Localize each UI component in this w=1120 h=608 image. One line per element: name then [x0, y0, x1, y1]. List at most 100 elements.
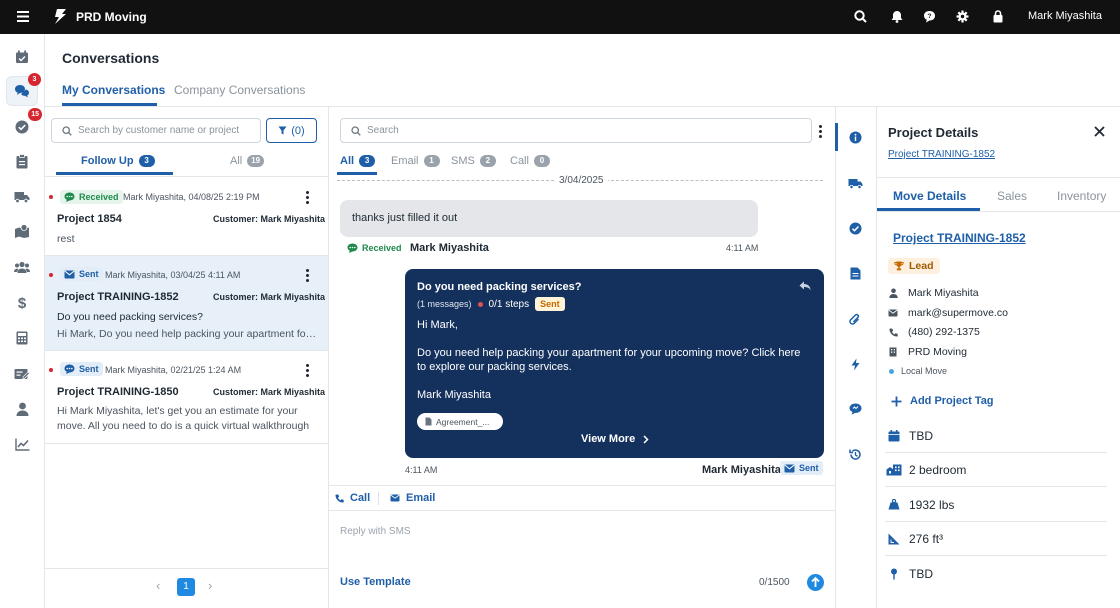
nav-people[interactable]: [6, 394, 38, 424]
status-badge: Sent: [60, 267, 103, 281]
subtab-follow-up[interactable]: Follow Up 3: [81, 155, 155, 167]
prev-page-chevron-icon[interactable]: ‹: [156, 578, 160, 593]
clipboard-icon: [16, 153, 28, 168]
strip-documents[interactable]: [846, 264, 864, 282]
next-page-chevron-icon[interactable]: ›: [208, 578, 212, 593]
nav-calendar[interactable]: [6, 42, 38, 72]
strip-history[interactable]: [846, 445, 864, 463]
user-name[interactable]: Mark Miyashita: [1028, 10, 1102, 22]
nav-tasks[interactable]: 15: [6, 108, 42, 142]
send-button[interactable]: [807, 574, 824, 591]
subtab-all[interactable]: All 19: [230, 155, 265, 167]
project-heading-link[interactable]: Project TRAINING-1852: [893, 231, 1026, 245]
pagination-divider: [45, 568, 328, 569]
move-size-row: 2 bedroom: [885, 453, 1107, 487]
conversation-meta: Mark Miyashita, 04/08/25 2:19 PM: [123, 192, 260, 202]
nav-analytics[interactable]: [6, 429, 38, 459]
email-action[interactable]: Email: [390, 492, 435, 504]
tab-sales[interactable]: Sales: [997, 189, 1027, 203]
chat-tab-all[interactable]: All 3: [340, 155, 376, 167]
chat-tab-label: All: [340, 155, 355, 167]
reply-input[interactable]: Reply with SMS: [340, 526, 411, 537]
conversation-customer: Customer: Mark Miyashita: [213, 292, 326, 302]
phone-icon: [335, 494, 344, 502]
contact-name-row: Mark Miyashita: [888, 287, 979, 299]
volume-row: 276 ft³: [885, 522, 1107, 556]
strip-tasks[interactable]: [846, 219, 864, 237]
nav-crew[interactable]: [6, 252, 38, 282]
chat-tab-call[interactable]: Call 0: [510, 155, 550, 167]
chat-tab-email[interactable]: Email 1: [391, 155, 440, 167]
chat-more-options-icon[interactable]: [819, 125, 822, 138]
nav-dispatch[interactable]: [6, 182, 38, 212]
add-project-tag-button[interactable]: Add Project Tag: [891, 395, 994, 407]
nav-clipboard[interactable]: [6, 146, 38, 176]
strip-automations[interactable]: [846, 355, 864, 373]
tab-move-details[interactable]: Move Details: [893, 189, 966, 203]
page-title: Conversations: [62, 50, 160, 66]
email-subject: Do you need packing services?: [417, 281, 582, 293]
conversation-search-input[interactable]: Search by customer name or project: [51, 118, 261, 143]
project-link[interactable]: Project TRAINING-1852: [888, 149, 995, 160]
nav-conversations[interactable]: 3: [6, 73, 41, 106]
more-options-icon[interactable]: [306, 269, 309, 282]
chat-bubble-icon: [849, 403, 861, 415]
help-chat-icon[interactable]: ?: [923, 10, 936, 23]
use-template-button[interactable]: Use Template: [340, 576, 411, 588]
subtab-label: Follow Up: [81, 155, 134, 167]
menu-icon[interactable]: [17, 11, 29, 22]
contact-email-row[interactable]: mark@supermove.co: [888, 307, 1008, 319]
tab-my-conversations[interactable]: My Conversations: [62, 83, 165, 97]
strip-conversations[interactable]: [846, 400, 864, 418]
strip-attachments[interactable]: [846, 310, 864, 328]
message-search-input[interactable]: Search: [340, 118, 812, 143]
message-text: thanks just filled it out: [352, 212, 458, 224]
strip-info[interactable]: [846, 128, 864, 146]
filter-button[interactable]: (0): [266, 118, 317, 143]
envelope-icon: [64, 270, 75, 278]
nav-map[interactable]: [6, 216, 38, 246]
conversation-item-selected[interactable]: Sent Mark Miyashita, 03/04/25 4:11 AM Pr…: [45, 256, 328, 350]
chat-tab-underline: [337, 172, 377, 175]
strip-jobs[interactable]: [846, 174, 864, 192]
close-icon[interactable]: [1094, 126, 1105, 137]
attachment-chip[interactable]: Agreement_...: [417, 413, 503, 430]
character-counter: 0/1500: [759, 577, 790, 588]
page-number-button[interactable]: 1: [177, 578, 195, 596]
move-size-value: 2 bedroom: [909, 462, 967, 477]
chat-tab-sms[interactable]: SMS 2: [451, 155, 496, 167]
person-icon: [16, 402, 28, 416]
action-divider: [378, 492, 379, 505]
calendar-check-icon: [16, 50, 28, 63]
status-badge: Sent: [60, 362, 103, 376]
composer-divider: [329, 510, 835, 511]
calendar-icon: [888, 429, 900, 441]
contact-phone-row[interactable]: (480) 292-1375: [888, 326, 980, 338]
add-tag-label: Add Project Tag: [910, 395, 994, 407]
call-action[interactable]: Call: [335, 492, 370, 504]
move-date-value: TBD: [909, 428, 933, 443]
phone-icon: [889, 328, 898, 336]
item-divider: [45, 443, 328, 444]
search-icon[interactable]: [854, 10, 867, 23]
lock-icon[interactable]: [993, 10, 1003, 23]
nav-billing[interactable]: $: [6, 287, 38, 317]
more-options-icon[interactable]: [306, 191, 309, 204]
sent-badge: Sent: [780, 461, 823, 475]
more-options-icon[interactable]: [306, 364, 309, 377]
chevron-right-icon: [643, 434, 649, 444]
bell-icon[interactable]: [891, 10, 903, 23]
outgoing-email-bubble[interactable]: Do you need packing services? (1 message…: [405, 269, 824, 458]
conversation-item[interactable]: Received Mark Miyashita, 04/08/25 2:19 P…: [45, 177, 328, 255]
document-icon: [425, 417, 432, 426]
nav-reports-edit[interactable]: [6, 359, 38, 389]
gear-icon[interactable]: [956, 10, 969, 23]
view-more-link[interactable]: View More: [581, 433, 649, 445]
incoming-author: Mark Miyashita: [410, 242, 489, 254]
tab-inventory[interactable]: Inventory: [1057, 189, 1106, 203]
nav-calculator[interactable]: [6, 323, 38, 353]
conversation-item[interactable]: Sent Mark Miyashita, 02/21/25 1:24 AM Pr…: [45, 351, 328, 443]
tab-company-conversations[interactable]: Company Conversations: [174, 83, 305, 97]
location-value: TBD: [909, 567, 933, 581]
reply-icon[interactable]: [799, 281, 811, 291]
